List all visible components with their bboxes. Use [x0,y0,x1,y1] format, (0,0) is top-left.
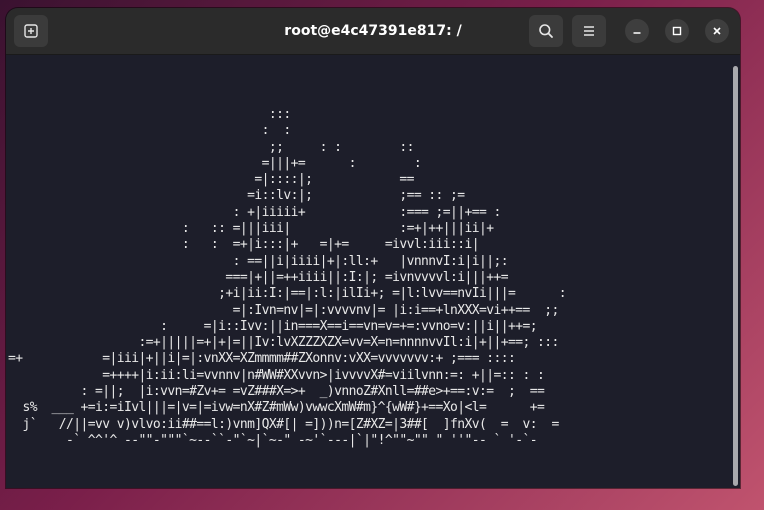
maximize-button[interactable] [665,19,689,43]
minimize-icon [631,25,643,37]
scrollbar-thumb[interactable] [733,66,738,486]
search-icon [538,23,554,39]
search-button[interactable] [529,15,563,47]
title-bar[interactable]: root@e4c47391e817: / [6,8,740,55]
new-tab-button[interactable] [14,15,48,47]
minimize-button[interactable] [625,19,649,43]
terminal-output: ::: : : ;; : : :: =|||+= : : =|::::|; ==… [8,107,567,448]
terminal-area[interactable]: ::: : : ;; : : :: =|||+= : : =|::::|; ==… [6,55,730,488]
menu-button[interactable] [572,15,606,47]
hamburger-menu-icon [581,23,597,39]
scrollbar[interactable] [730,55,740,488]
new-tab-icon [23,23,39,39]
close-icon [711,25,723,37]
maximize-icon [671,25,683,37]
terminal-window: root@e4c47391e817: /::::: ;;:::: =… [6,8,740,488]
close-button[interactable] [705,19,729,43]
